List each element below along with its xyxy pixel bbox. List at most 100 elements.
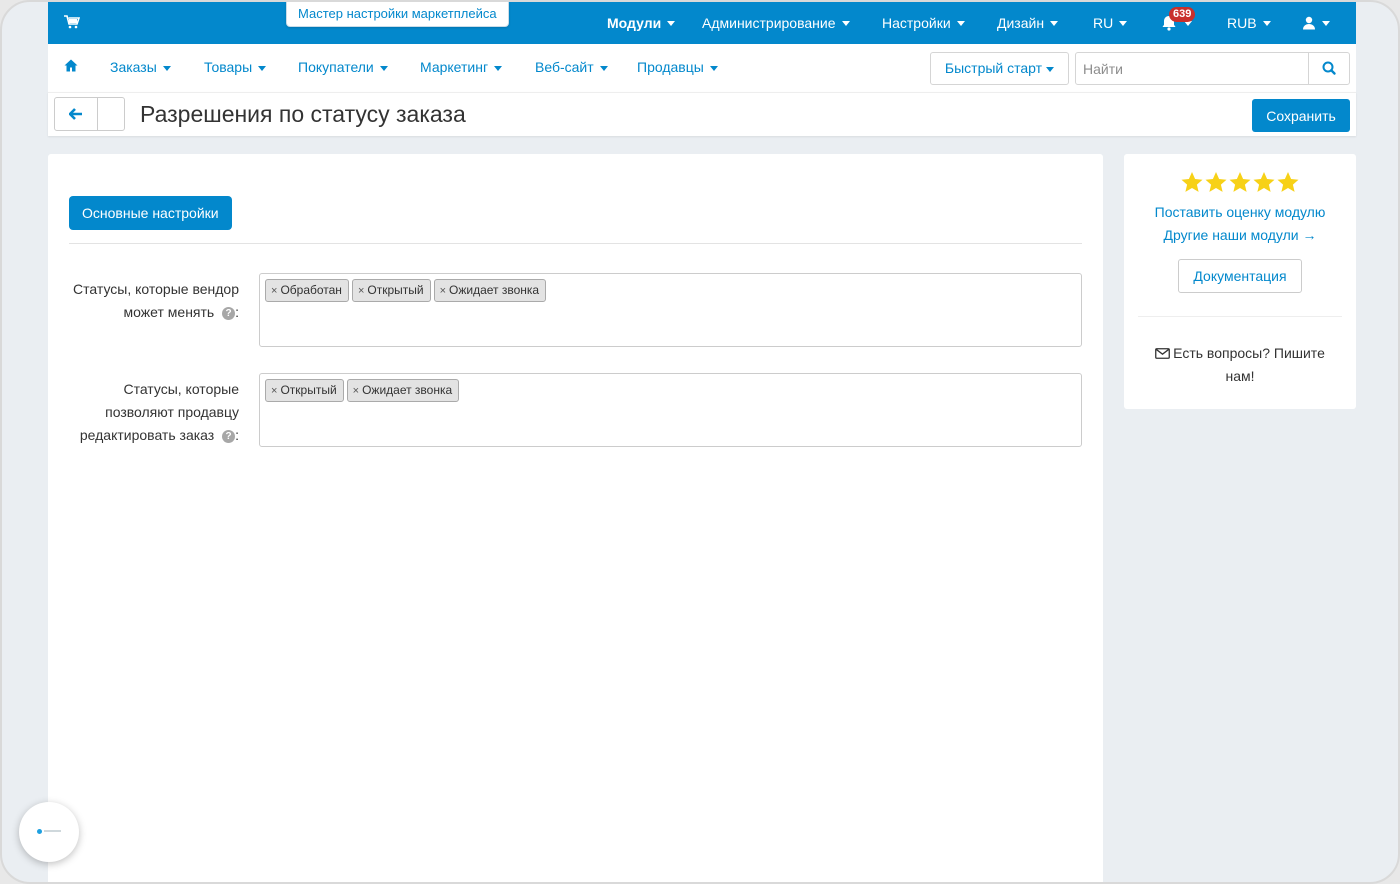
nav-products[interactable]: Товары bbox=[204, 44, 267, 92]
search-button[interactable] bbox=[1308, 53, 1349, 84]
chat-widget-button[interactable] bbox=[19, 802, 79, 862]
secondary-nav: Заказы Товары Покупатели Маркетинг Веб-с… bbox=[48, 44, 1356, 92]
nav-customers[interactable]: Покупатели bbox=[298, 44, 388, 92]
caret-down-icon bbox=[1119, 20, 1128, 26]
search-input[interactable] bbox=[1076, 53, 1308, 84]
tag-remove-icon[interactable]: × bbox=[353, 385, 359, 397]
field-label-vendor-statuses: Статусы, которые вендор может менять ?: bbox=[69, 278, 239, 324]
tab-general-settings[interactable]: Основные настройки bbox=[69, 196, 232, 230]
rating-stars[interactable] bbox=[1180, 171, 1300, 195]
back-button[interactable] bbox=[55, 98, 98, 130]
editable-statuses-select[interactable]: × Открытый × Ожидает звонка bbox=[259, 373, 1082, 447]
help-icon[interactable]: ? bbox=[222, 429, 236, 443]
label-line: Статусы, которые bbox=[123, 381, 239, 397]
label-line: Статусы, которые вендор bbox=[73, 281, 239, 297]
field-label-editable-statuses: Статусы, которые позволяют продавцу реда… bbox=[69, 378, 239, 447]
star-icons bbox=[1181, 172, 1299, 192]
search-icon bbox=[1322, 61, 1336, 75]
caret-down-icon bbox=[599, 65, 608, 71]
label-line: может менять ?: bbox=[69, 301, 239, 324]
contact-line: нам! bbox=[1225, 368, 1255, 384]
nav-label: Товары bbox=[204, 59, 253, 75]
menu-modules[interactable]: Модули bbox=[607, 2, 676, 44]
main-panel: Основные настройки Статусы, которые венд… bbox=[48, 154, 1103, 882]
caret-down-icon bbox=[1322, 20, 1330, 26]
caret-down-icon bbox=[379, 65, 388, 71]
widget-logo-icon bbox=[37, 829, 42, 834]
status-tag: × Открытый bbox=[351, 279, 431, 302]
status-tag: × Обработан bbox=[265, 279, 349, 302]
user-icon bbox=[1303, 16, 1315, 30]
tag-remove-icon[interactable]: × bbox=[440, 285, 446, 297]
contact-link[interactable]: Есть вопросы? Пишите нам! bbox=[1150, 342, 1330, 388]
contact-text: Есть вопросы? Пишите bbox=[1173, 345, 1325, 361]
divider bbox=[1138, 316, 1342, 317]
tag-label: Ожидает звонка bbox=[362, 383, 453, 397]
label-text: может менять bbox=[123, 304, 215, 320]
save-button[interactable]: Сохранить bbox=[1252, 99, 1350, 132]
status-tag: × Открытый bbox=[265, 379, 344, 402]
caret-down-icon bbox=[162, 65, 171, 71]
menu-settings[interactable]: Настройки bbox=[882, 2, 965, 44]
nav-label: Маркетинг bbox=[420, 59, 489, 75]
nav-website[interactable]: Веб-сайт bbox=[535, 44, 608, 92]
back-dropdown-toggle[interactable] bbox=[98, 98, 124, 130]
label-text: редактировать заказ bbox=[79, 427, 215, 443]
search-box bbox=[1075, 52, 1350, 85]
cart-icon[interactable] bbox=[64, 15, 80, 29]
menu-administration[interactable]: Администрирование bbox=[702, 2, 850, 44]
help-icon[interactable]: ? bbox=[222, 306, 236, 320]
nav-label: Заказы bbox=[110, 59, 157, 75]
home-icon[interactable] bbox=[64, 59, 78, 72]
nav-orders[interactable]: Заказы bbox=[110, 44, 171, 92]
tag-remove-icon[interactable]: × bbox=[358, 285, 364, 297]
menu-label: Модули bbox=[607, 15, 662, 31]
rate-module-link[interactable]: Поставить оценку модулю bbox=[1124, 204, 1356, 220]
sidebar-panel: Поставить оценку модулю Другие наши моду… bbox=[1124, 154, 1356, 409]
tag-label: Открытый bbox=[367, 283, 424, 297]
nav-label: Продавцы bbox=[637, 59, 704, 75]
tag-remove-icon[interactable]: × bbox=[271, 385, 277, 397]
menu-currency[interactable]: RUB bbox=[1227, 2, 1271, 44]
menu-language[interactable]: RU bbox=[1093, 2, 1128, 44]
label-suffix: : bbox=[235, 427, 239, 443]
notification-count-badge: 639 bbox=[1169, 7, 1196, 22]
quick-start-label: Быстрый старт bbox=[944, 60, 1043, 76]
title-bar: Разрешения по статусу заказа Сохранить bbox=[48, 92, 1356, 136]
nav-label: Веб-сайт bbox=[535, 59, 594, 75]
label-line: позволяют продавцу bbox=[105, 404, 239, 420]
menu-label: RUB bbox=[1227, 15, 1257, 31]
label-suffix: : bbox=[235, 304, 239, 320]
user-menu[interactable] bbox=[1302, 2, 1330, 44]
status-tag: × Ожидает звонка bbox=[433, 279, 547, 302]
caret-down-icon bbox=[494, 65, 503, 71]
nav-marketing[interactable]: Маркетинг bbox=[420, 44, 503, 92]
caret-down-icon bbox=[1262, 20, 1271, 26]
vendor-statuses-select[interactable]: × Обработан × Открытый × Ожидает звонка bbox=[259, 273, 1082, 347]
other-modules-link[interactable]: Другие наши модули → bbox=[1124, 227, 1356, 243]
caret-down-icon bbox=[841, 20, 850, 26]
menu-label: Администрирование bbox=[702, 15, 836, 31]
documentation-button[interactable]: Документация bbox=[1178, 259, 1302, 293]
back-button-group bbox=[54, 97, 125, 131]
envelope-icon bbox=[1155, 348, 1171, 359]
menu-label: RU bbox=[1093, 15, 1114, 31]
label-line: редактировать заказ ?: bbox=[69, 424, 239, 447]
tag-label: Ожидает звонка bbox=[449, 283, 540, 297]
menu-label: Дизайн bbox=[997, 15, 1045, 31]
nav-label: Покупатели bbox=[298, 59, 374, 75]
marketplace-wizard-tab[interactable]: Мастер настройки маркетплейса bbox=[286, 2, 509, 27]
nav-vendors[interactable]: Продавцы bbox=[637, 44, 718, 92]
menu-design[interactable]: Дизайн bbox=[997, 2, 1059, 44]
top-bar: Мастер настройки маркетплейса Модули Адм… bbox=[48, 2, 1356, 44]
widget-logo-text bbox=[44, 830, 61, 832]
menu-label: Настройки bbox=[882, 15, 951, 31]
caret-down-icon bbox=[709, 65, 718, 71]
arrow-left-icon bbox=[69, 108, 82, 120]
tag-label: Открытый bbox=[280, 383, 337, 397]
app-frame: Мастер настройки маркетплейса Модули Адм… bbox=[0, 0, 1400, 884]
quick-start-button[interactable]: Быстрый старт bbox=[930, 52, 1069, 85]
page-title: Разрешения по статусу заказа bbox=[140, 101, 466, 127]
caret-down-icon bbox=[258, 65, 267, 71]
tag-remove-icon[interactable]: × bbox=[271, 285, 277, 297]
